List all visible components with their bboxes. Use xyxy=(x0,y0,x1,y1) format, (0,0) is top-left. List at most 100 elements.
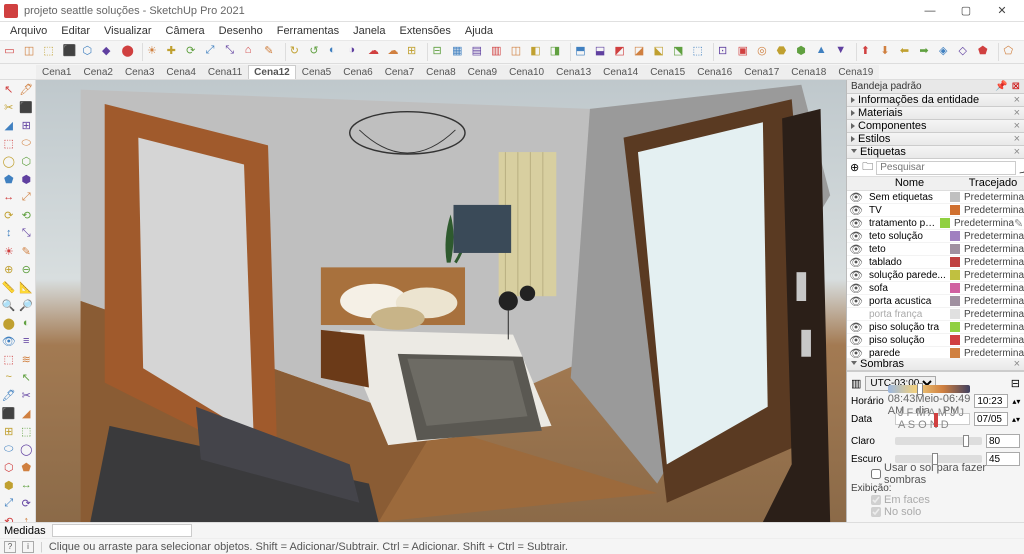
toolbar-button-13[interactable]: ✎ xyxy=(263,42,282,62)
toolbar-button-3[interactable]: ⬛ xyxy=(62,42,81,62)
tool-button-21-1[interactable]: ⬟ xyxy=(18,458,36,476)
toolbar-button-21[interactable]: ⊟ xyxy=(431,42,450,62)
section-tags[interactable]: Etiquetas× xyxy=(847,146,1024,159)
tool-button-4-0[interactable]: ◯ xyxy=(0,152,18,170)
tool-button-16-1[interactable]: ↖ xyxy=(18,368,36,386)
tag-name[interactable]: tablado xyxy=(865,257,950,268)
help-icon[interactable]: ? xyxy=(4,541,16,553)
tag-color-swatch[interactable] xyxy=(950,270,960,280)
tool-button-2-0[interactable]: ◢ xyxy=(0,116,18,134)
tool-button-20-0[interactable]: ⬭ xyxy=(0,440,18,458)
tool-button-15-1[interactable]: ≋ xyxy=(18,350,36,368)
toolbar-button-46[interactable]: ◈ xyxy=(938,42,957,62)
tag-name[interactable]: piso solução xyxy=(865,335,950,346)
scene-tab-cena3[interactable]: Cena3 xyxy=(119,65,160,79)
menu-ferramentas[interactable]: Ferramentas xyxy=(271,24,345,38)
minimize-button[interactable]: — xyxy=(912,0,948,22)
tool-button-9-1[interactable]: ✎ xyxy=(18,242,36,260)
tool-button-6-1[interactable]: ⤢ xyxy=(18,188,36,206)
tool-button-19-0[interactable]: ⊞ xyxy=(0,422,18,440)
tool-button-1-1[interactable]: ⬛ xyxy=(18,98,36,116)
tag-color-swatch[interactable] xyxy=(950,348,960,358)
tag-row[interactable]: 👁tabladoPredeterminado xyxy=(847,256,1024,269)
scene-tab-cena8[interactable]: Cena8 xyxy=(420,65,461,79)
viewport-3d[interactable] xyxy=(36,80,846,522)
toolbar-button-25[interactable]: ◫ xyxy=(509,42,528,62)
menu-desenho[interactable]: Desenho xyxy=(213,24,269,38)
tag-color-swatch[interactable] xyxy=(950,257,960,267)
visibility-eye-icon[interactable]: 👁 xyxy=(847,321,865,334)
visibility-eye-icon[interactable]: 👁 xyxy=(847,243,865,256)
tool-button-10-1[interactable]: ⊖ xyxy=(18,260,36,278)
dark-slider[interactable] xyxy=(895,455,982,463)
toolbar-button-43[interactable]: ⬇ xyxy=(879,42,898,62)
tag-row[interactable]: 👁Sem etiquetasPredeterminado xyxy=(847,191,1024,204)
tag-color-swatch[interactable] xyxy=(950,309,960,319)
tag-dash[interactable]: Predeterminado xyxy=(962,257,1024,268)
tool-button-4-1[interactable]: ⬡ xyxy=(18,152,36,170)
info-icon[interactable]: i xyxy=(22,541,34,553)
tag-name[interactable]: Sem etiquetas xyxy=(865,192,950,203)
visibility-eye-icon[interactable]: 👁 xyxy=(847,282,865,295)
toolbar-button-38[interactable]: ⬣ xyxy=(775,42,794,62)
tool-button-17-0[interactable]: 🖊 xyxy=(0,386,18,404)
tag-row[interactable]: 👁TVPredeterminado xyxy=(847,204,1024,217)
tag-dash[interactable]: Predeterminado xyxy=(952,218,1014,229)
tag-row[interactable]: 👁teto soluçãoPredeterminado xyxy=(847,230,1024,243)
toolbar-button-12[interactable]: ⌂ xyxy=(243,42,262,62)
toolbar-button-32[interactable]: ⬕ xyxy=(652,42,671,62)
tool-button-7-1[interactable]: ⟲ xyxy=(18,206,36,224)
tag-row[interactable]: 👁sofaPredeterminado xyxy=(847,282,1024,295)
scene-tab-cena13[interactable]: Cena13 xyxy=(550,65,597,79)
tag-color-swatch[interactable] xyxy=(950,205,960,215)
scene-tab-cena12[interactable]: Cena12 xyxy=(248,65,296,79)
section-shadows[interactable]: Sombras× xyxy=(847,358,1024,371)
scene-tab-cena6[interactable]: Cena6 xyxy=(337,65,378,79)
toolbar-button-26[interactable]: ◧ xyxy=(529,42,548,62)
tool-button-12-0[interactable]: 🔍 xyxy=(0,296,18,314)
tool-button-2-1[interactable]: ⊞ xyxy=(18,116,36,134)
toolbar-button-39[interactable]: ⬢ xyxy=(795,42,814,62)
tag-row[interactable]: 👁piso soluçãoPredeterminado xyxy=(847,334,1024,347)
section-components[interactable]: Componentes× xyxy=(847,120,1024,133)
tag-dash[interactable]: Predeterminado xyxy=(962,205,1024,216)
tag-dash[interactable]: Predeterminado xyxy=(962,296,1024,307)
light-value[interactable] xyxy=(986,434,1020,448)
toolbar-button-29[interactable]: ⬓ xyxy=(594,42,613,62)
visibility-eye-icon[interactable]: 👁 xyxy=(847,230,865,243)
toolbar-button-49[interactable]: ⬠ xyxy=(1002,42,1021,62)
tag-color-swatch[interactable] xyxy=(950,335,960,345)
scene-tab-cena10[interactable]: Cena10 xyxy=(503,65,550,79)
tag-dash[interactable]: Predeterminado xyxy=(962,322,1024,333)
tag-row[interactable]: 👁porta acusticaPredeterminado xyxy=(847,295,1024,308)
date-value[interactable] xyxy=(974,412,1008,426)
tool-button-14-0[interactable]: 👁 xyxy=(0,332,18,350)
toolbar-button-19[interactable]: ☁ xyxy=(386,42,405,62)
on-faces-checkbox[interactable] xyxy=(871,495,881,505)
tool-button-6-0[interactable]: ↔ xyxy=(0,188,18,206)
tool-button-10-0[interactable]: ⊕ xyxy=(0,260,18,278)
scene-tab-cena9[interactable]: Cena9 xyxy=(462,65,503,79)
maximize-button[interactable]: ▢ xyxy=(948,0,984,22)
scene-tab-cena11[interactable]: Cena11 xyxy=(202,65,248,79)
toolbar-button-6[interactable]: ⬤ xyxy=(120,42,139,62)
tag-color-swatch[interactable] xyxy=(950,296,960,306)
tool-button-11-1[interactable]: 📐 xyxy=(18,278,36,296)
toolbar-button-42[interactable]: ⬆ xyxy=(860,42,879,62)
tool-button-16-0[interactable]: ~ xyxy=(0,368,18,386)
tool-button-3-0[interactable]: ⬚ xyxy=(0,134,18,152)
shadow-details-icon[interactable]: ⊟ xyxy=(1011,377,1020,390)
tray-close-icon[interactable]: ⊠ xyxy=(1012,81,1020,92)
tag-name[interactable]: tratamento par... xyxy=(865,218,940,229)
tool-button-23-0[interactable]: ⤢ xyxy=(0,494,18,512)
tag-color-swatch[interactable] xyxy=(940,218,950,228)
toolbar-button-27[interactable]: ◨ xyxy=(549,42,568,62)
menu-editar[interactable]: Editar xyxy=(55,24,96,38)
toolbar-button-15[interactable]: ↺ xyxy=(308,42,327,62)
shadow-toggle-icon[interactable]: ▥ xyxy=(851,377,861,390)
tag-dash[interactable]: Predeterminado xyxy=(962,283,1024,294)
menu-arquivo[interactable]: Arquivo xyxy=(4,24,53,38)
tags-header[interactable]: Nome Tracejado xyxy=(847,177,1024,191)
toolbar-button-0[interactable]: ▭ xyxy=(3,42,22,62)
tag-color-swatch[interactable] xyxy=(950,231,960,241)
